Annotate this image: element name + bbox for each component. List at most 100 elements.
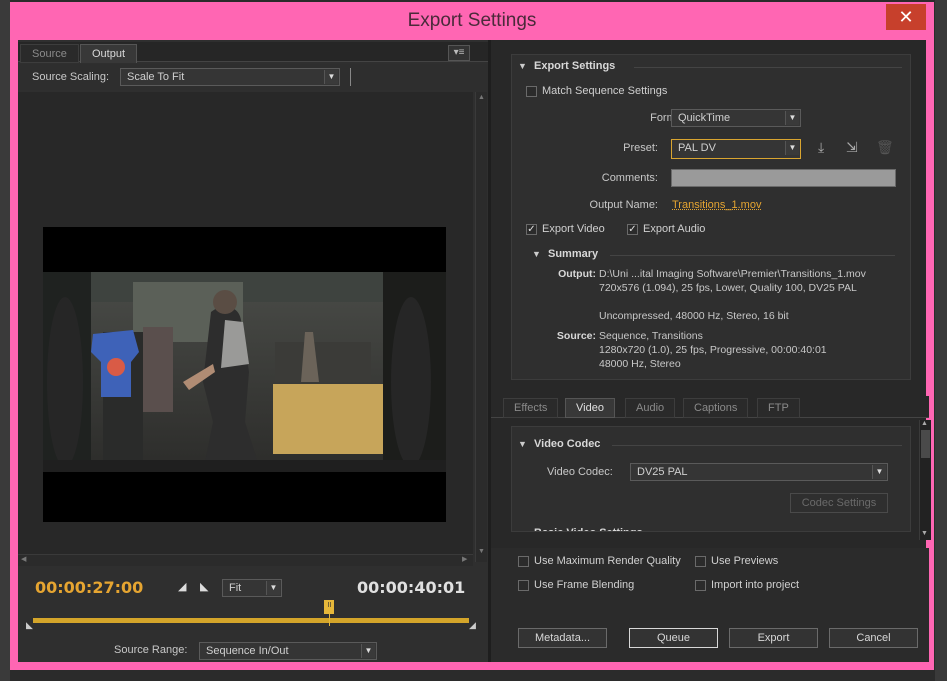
- chevron-down-icon: ▼: [872, 465, 886, 479]
- video-frame: [43, 227, 446, 522]
- range-start-handle-icon[interactable]: ◣: [26, 620, 33, 631]
- scroll-up-icon: ▲: [921, 420, 928, 427]
- scrollbar-thumb[interactable]: [921, 430, 930, 458]
- source-range-bar[interactable]: [33, 618, 469, 623]
- chevron-down-icon: ▼: [266, 581, 280, 595]
- save-preset-icon[interactable]: ⤓: [818, 139, 824, 156]
- panel-menu-icon[interactable]: ▾≡: [448, 45, 470, 61]
- frame-blending-label: Use Frame Blending: [534, 579, 635, 591]
- tab-output[interactable]: Output: [80, 44, 138, 63]
- set-out-point-icon[interactable]: ◣: [200, 580, 208, 593]
- preview-pane: Source Output ▾≡ Source Scaling: Scale T…: [18, 40, 488, 662]
- summary-output-label: Output:: [558, 268, 596, 280]
- tab-captions[interactable]: Captions: [683, 398, 749, 418]
- video-codec-value: DV25 PAL: [637, 466, 688, 478]
- zoom-fit-dropdown[interactable]: Fit ▼: [222, 579, 282, 597]
- export-video-checkbox[interactable]: ✓: [526, 224, 537, 235]
- chevron-down-icon: ▼: [785, 141, 799, 155]
- use-previews-checkbox[interactable]: [695, 556, 706, 567]
- current-timecode[interactable]: 00:00:27:00: [35, 578, 143, 597]
- playhead-icon[interactable]: II: [324, 600, 335, 614]
- settings-vertical-scrollbar[interactable]: ▲ ▼: [919, 420, 931, 540]
- max-render-quality-checkbox[interactable]: [518, 556, 529, 567]
- source-scaling-value: Scale To Fit: [127, 71, 185, 83]
- end-timecode: 00:00:40:01: [357, 578, 466, 597]
- summary-source-line-3: 48000 Hz, Stereo: [599, 358, 681, 370]
- tab-ftp[interactable]: FTP: [757, 398, 800, 418]
- frame-blending-checkbox[interactable]: [518, 580, 529, 591]
- divider: [350, 68, 351, 86]
- metadata-button[interactable]: Metadata...: [518, 628, 607, 648]
- use-previews-label: Use Previews: [711, 555, 779, 567]
- timeline-controls: 00:00:27:00 ◢ ◣ Fit ▼ 00:00:40:01 ◣ ◢ II…: [18, 570, 488, 662]
- match-sequence-label: Match Sequence Settings: [542, 85, 668, 97]
- export-options: Use Maximum Render Quality Use Previews …: [491, 548, 929, 662]
- cancel-button[interactable]: Cancel: [829, 628, 918, 648]
- divider: [610, 255, 895, 256]
- set-in-point-icon[interactable]: ◢: [178, 580, 186, 593]
- preview-horizontal-scrollbar[interactable]: ◀ ▶: [18, 554, 473, 566]
- source-scaling-label: Source Scaling:: [32, 71, 110, 83]
- zoom-fit-value: Fit: [229, 582, 242, 594]
- summary-source-line-2: 1280x720 (1.0), 25 fps, Progressive, 00:…: [599, 344, 827, 356]
- queue-button[interactable]: Queue: [629, 628, 718, 648]
- scroll-left-icon: ◀: [21, 556, 27, 563]
- summary-output-line-1: D:\Uni ...ital Imaging Software\Premier\…: [599, 268, 866, 280]
- source-range-value: Sequence In/Out: [206, 645, 289, 657]
- preview-vertical-scrollbar[interactable]: ▲ ▼: [475, 92, 487, 562]
- summary-output-line-2: 720x576 (1.094), 25 fps, Lower, Quality …: [599, 282, 857, 294]
- export-settings-header: Export Settings: [534, 60, 616, 72]
- scroll-right-icon: ▶: [462, 556, 468, 563]
- close-button[interactable]: ✕: [886, 4, 926, 30]
- source-range-dropdown[interactable]: Sequence In/Out ▼: [199, 642, 377, 660]
- output-name-label: Output Name:: [589, 199, 658, 211]
- tab-audio[interactable]: Audio: [625, 398, 676, 418]
- codec-settings-button[interactable]: Codec Settings: [790, 493, 888, 513]
- preset-dropdown[interactable]: PAL DV ▼: [671, 139, 801, 159]
- source-scaling-row: Source Scaling: Scale To Fit ▼: [18, 64, 488, 90]
- collapse-triangle-icon[interactable]: ▼: [518, 439, 527, 449]
- format-value: QuickTime: [678, 112, 731, 124]
- basic-video-settings-header: Basic Video Settings: [534, 522, 643, 531]
- scroll-down-icon: ▼: [478, 548, 485, 555]
- output-name-link[interactable]: Transitions_1.mov: [672, 199, 761, 211]
- video-thumbnail: [43, 272, 446, 472]
- tab-source[interactable]: Source: [20, 44, 79, 63]
- background-app-right: [935, 0, 947, 681]
- summary-source-label: Source:: [556, 330, 596, 342]
- tab-effects[interactable]: Effects: [503, 398, 559, 418]
- chevron-down-icon: ▼: [785, 111, 799, 125]
- range-end-handle-icon[interactable]: ◢: [469, 620, 476, 631]
- video-codec-dropdown[interactable]: DV25 PAL ▼: [630, 463, 888, 481]
- source-range-label: Source Range:: [114, 644, 188, 656]
- settings-pane: ▼ Export Settings Match Sequence Setting…: [488, 40, 931, 662]
- playhead-line: [329, 614, 331, 626]
- max-render-quality-label: Use Maximum Render Quality: [534, 555, 681, 567]
- divider: [612, 445, 902, 446]
- summary-output-line-4: Uncompressed, 48000 Hz, Stereo, 16 bit: [599, 310, 789, 322]
- video-codec-label: Video Codec:: [547, 466, 613, 478]
- comments-input[interactable]: [671, 169, 896, 187]
- import-into-project-label: Import into project: [711, 579, 800, 591]
- delete-preset-icon[interactable]: 🗑: [876, 139, 894, 156]
- tab-video[interactable]: Video: [565, 398, 615, 418]
- export-button[interactable]: Export: [729, 628, 818, 648]
- collapse-triangle-icon[interactable]: ▼: [518, 61, 527, 71]
- export-video-label: Export Video: [542, 223, 605, 235]
- import-preset-icon[interactable]: ⇲: [846, 139, 858, 156]
- format-dropdown[interactable]: QuickTime ▼: [671, 109, 801, 127]
- collapse-triangle-icon[interactable]: ▼: [532, 249, 541, 259]
- match-sequence-checkbox[interactable]: [526, 86, 537, 97]
- export-audio-checkbox[interactable]: ✓: [627, 224, 638, 235]
- scroll-down-icon: ▼: [921, 530, 928, 537]
- preview-tabs: Source Output ▾≡: [18, 42, 488, 63]
- title-bar: Export Settings ✕: [10, 2, 934, 40]
- summary-source-line-1: Sequence, Transitions: [599, 330, 703, 342]
- import-into-project-checkbox[interactable]: [695, 580, 706, 591]
- export-settings-dialog: Export Settings ✕ Source Output ▾≡ Sourc…: [10, 2, 934, 670]
- chevron-down-icon: ▼: [361, 644, 375, 658]
- source-scaling-dropdown[interactable]: Scale To Fit ▼: [120, 68, 340, 86]
- video-codec-section: ▼ Video Codec Video Codec: DV25 PAL ▼ Co…: [511, 426, 911, 532]
- video-codec-header: Video Codec: [534, 438, 601, 450]
- preset-label: Preset:: [623, 142, 658, 154]
